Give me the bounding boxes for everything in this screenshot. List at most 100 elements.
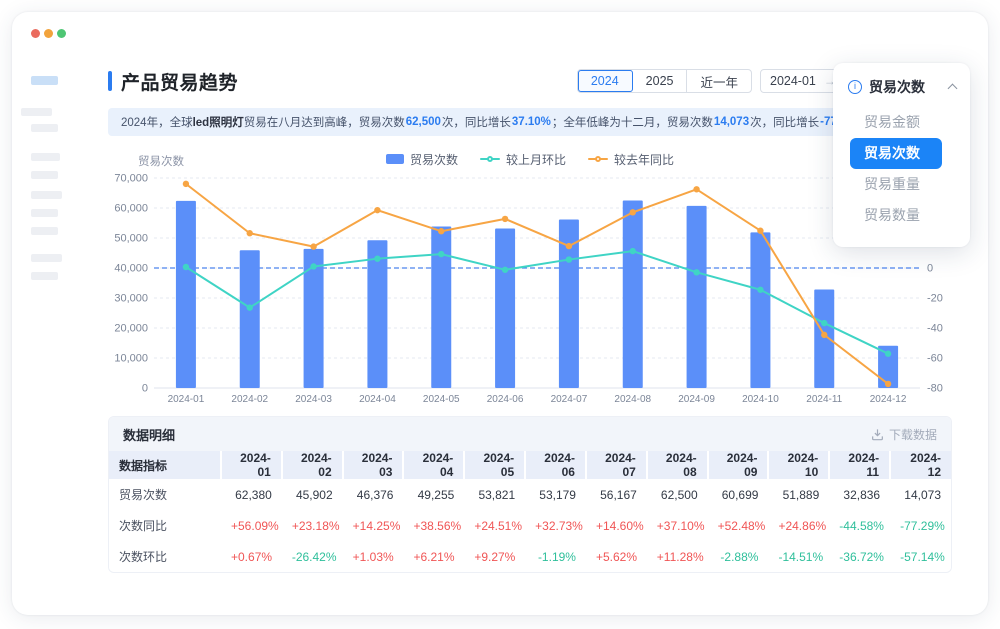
- data-point-2024-09[interactable]: [693, 269, 699, 275]
- line-series: [186, 184, 888, 384]
- data-point-2024-06[interactable]: [502, 216, 508, 222]
- data-point-2024-05[interactable]: [438, 228, 444, 234]
- data-point-2024-02[interactable]: [247, 304, 253, 310]
- metric-option-trade-count[interactable]: 贸易次数: [850, 138, 942, 169]
- title-accent-bar: [108, 71, 112, 91]
- data-point-2024-12[interactable]: [885, 381, 891, 387]
- sidebar: [12, 12, 74, 615]
- recent-year-filter[interactable]: 近一年: [687, 70, 751, 92]
- data-point-2024-01[interactable]: [183, 181, 189, 187]
- x-axis-label: 2024-11: [806, 394, 842, 405]
- banner-text-segment: 次，同比增长: [750, 114, 819, 130]
- data-point-2024-03[interactable]: [310, 263, 316, 269]
- data-point-2024-01[interactable]: [183, 264, 189, 270]
- summary-banner: 2024年，全球led照明灯贸易在八月达到高峰，贸易次数62,500次，同比增长…: [108, 108, 952, 136]
- sidebar-skeleton-item: [31, 209, 58, 217]
- legend-label: 较上月环比: [506, 151, 566, 168]
- data-point-2024-05[interactable]: [438, 251, 444, 257]
- sidebar-skeleton-item: [31, 153, 60, 161]
- legend-item-yoy[interactable]: 较去年同比: [588, 151, 674, 168]
- metric-dropdown-toggle[interactable]: i 贸易次数: [833, 77, 970, 107]
- legend-item-mom[interactable]: 较上月环比: [480, 151, 566, 168]
- table-cell: +14.25%: [343, 510, 404, 541]
- table-cell: 53,179: [525, 479, 586, 510]
- metric-option-trade-amount[interactable]: 贸易金额: [833, 107, 970, 138]
- banner-text-segment: 贸易在八月达到高峰，贸易次数: [244, 114, 405, 130]
- sidebar-skeleton-item-active: [31, 76, 58, 85]
- table-col-header: 2024-05: [464, 451, 525, 479]
- table-col-header: 2024-09: [708, 451, 769, 479]
- bar-2024-06[interactable]: [495, 228, 515, 388]
- right-axis-tick: -40: [927, 323, 943, 335]
- bar-2024-09[interactable]: [687, 206, 707, 388]
- x-axis-label: 2024-12: [870, 394, 907, 405]
- table-col-header: 2024-12: [890, 451, 951, 479]
- right-axis-tick: -60: [927, 353, 943, 365]
- year-filter-2024[interactable]: 2024: [578, 70, 633, 92]
- data-point-2024-03[interactable]: [310, 243, 316, 249]
- left-axis-tick: 10,000: [114, 353, 148, 365]
- data-point-2024-08[interactable]: [630, 248, 636, 254]
- table-cell: +52.48%: [708, 510, 769, 541]
- table-col-header: 2024-02: [282, 451, 343, 479]
- data-point-2024-10[interactable]: [757, 228, 763, 234]
- download-data-button[interactable]: 下载数据: [871, 426, 937, 443]
- banner-highlight-value: 37.10%: [511, 116, 552, 128]
- banner-text-segment: 2024年，全球: [121, 114, 193, 130]
- bar-2024-11[interactable]: [814, 289, 834, 388]
- table-cell: +23.18%: [282, 510, 343, 541]
- table-header-row: 数据指标2024-012024-022024-032024-042024-052…: [109, 451, 951, 479]
- table-cell: +11.28%: [647, 541, 708, 572]
- data-point-2024-09[interactable]: [693, 186, 699, 192]
- data-point-2024-11[interactable]: [821, 320, 827, 326]
- table-cell: -36.72%: [829, 541, 890, 572]
- right-axis-tick: 0: [927, 263, 933, 275]
- data-point-2024-04[interactable]: [374, 255, 380, 261]
- data-point-2024-08[interactable]: [630, 209, 636, 215]
- bar-2024-01[interactable]: [176, 201, 196, 388]
- year-filter-2025[interactable]: 2025: [633, 70, 688, 92]
- bar-2024-10[interactable]: [750, 232, 770, 388]
- data-point-2024-06[interactable]: [502, 267, 508, 273]
- table-cell: +1.03%: [343, 541, 404, 572]
- legend-item-trade-count[interactable]: 贸易次数: [386, 151, 458, 168]
- data-point-2024-10[interactable]: [757, 287, 763, 293]
- line-swatch-icon: [480, 158, 500, 160]
- table-cell: -26.42%: [282, 541, 343, 572]
- table-row-label: 次数环比: [109, 541, 221, 572]
- metric-option-trade-quantity[interactable]: 贸易数量: [833, 200, 970, 231]
- legend-label: 贸易次数: [410, 151, 458, 168]
- table-cell: 51,889: [768, 479, 829, 510]
- chart-legend: 贸易次数 较上月环比 较去年同比: [108, 150, 952, 168]
- trend-chart[interactable]: 010,00020,00030,00040,00050,00060,00070,…: [108, 170, 952, 408]
- bar-2024-03[interactable]: [304, 249, 324, 388]
- table-col-header: 2024-01: [221, 451, 282, 479]
- data-point-2024-12[interactable]: [885, 351, 891, 357]
- table-cell: +6.21%: [403, 541, 464, 572]
- table-row-label: 次数同比: [109, 510, 221, 541]
- table-cell: -1.19%: [525, 541, 586, 572]
- bar-2024-02[interactable]: [240, 250, 260, 388]
- table-cell: 62,500: [647, 479, 708, 510]
- date-range-start: 2024-01: [770, 74, 816, 88]
- x-axis-label: 2024-09: [678, 394, 715, 405]
- table-cell: +9.27%: [464, 541, 525, 572]
- bar-2024-05[interactable]: [431, 227, 451, 388]
- download-label: 下载数据: [889, 426, 937, 443]
- bar-2024-08[interactable]: [623, 201, 643, 389]
- metric-option-trade-weight[interactable]: 贸易重量: [833, 169, 970, 200]
- data-point-2024-02[interactable]: [247, 230, 253, 236]
- sidebar-skeleton-item: [31, 171, 58, 179]
- bar-2024-04[interactable]: [367, 240, 387, 388]
- sidebar-skeleton-item: [21, 108, 52, 116]
- data-point-2024-07[interactable]: [566, 256, 572, 262]
- table-cell: 60,699: [708, 479, 769, 510]
- left-axis-tick: 0: [142, 383, 148, 395]
- data-point-2024-04[interactable]: [374, 207, 380, 213]
- info-icon: i: [848, 80, 862, 94]
- table-cell: +14.60%: [586, 510, 647, 541]
- data-point-2024-11[interactable]: [821, 332, 827, 338]
- data-point-2024-07[interactable]: [566, 243, 572, 249]
- table-title: 数据明细: [123, 425, 175, 444]
- table-cell: -2.88%: [708, 541, 769, 572]
